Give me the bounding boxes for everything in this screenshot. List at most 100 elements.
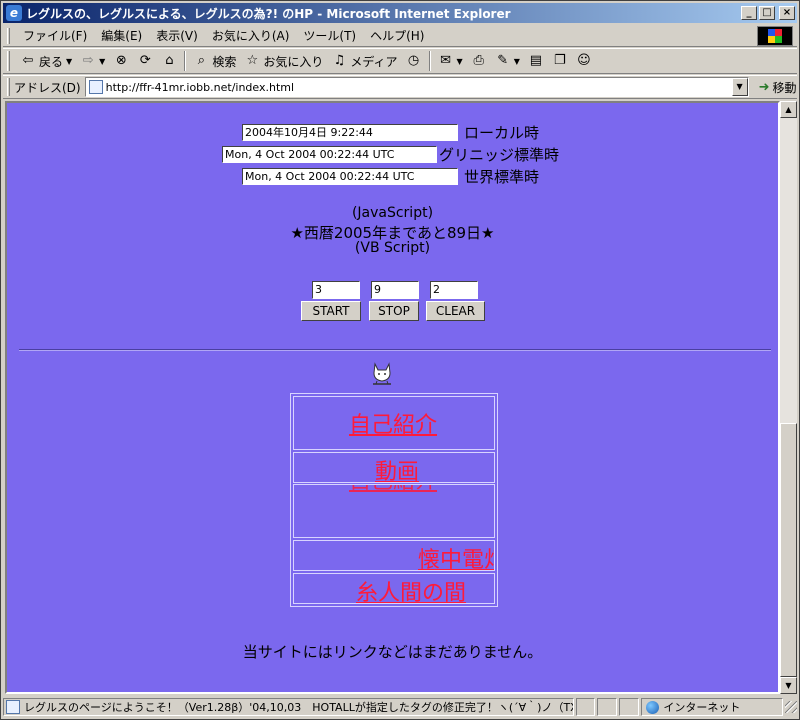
refresh-button[interactable]: ⟳ xyxy=(133,50,157,72)
mail-dropdown-icon[interactable]: ▼ xyxy=(457,57,463,66)
maximize-button[interactable]: □ xyxy=(759,6,775,20)
menu-help[interactable]: ヘルプ(H) xyxy=(363,27,431,44)
search-label: 検索 xyxy=(212,54,237,69)
status-message-panel: レグルスのページにようこそ！（Ver1.28β）'04,10,03 HOTALL… xyxy=(3,698,574,716)
research-button[interactable]: ❐ xyxy=(548,50,572,72)
menu-favorites[interactable]: お気に入り(A) xyxy=(205,27,297,44)
scroll-down-icon[interactable]: ▼ xyxy=(780,677,797,694)
go-arrow-icon: ➜ xyxy=(758,79,770,95)
scrolling-link-partial[interactable]: 自己紹介 xyxy=(349,485,437,495)
favorites-label: お気に入り xyxy=(263,54,324,69)
back-button[interactable]: ⇦ 戻る ▼ xyxy=(16,50,76,72)
resize-grip[interactable] xyxy=(785,701,797,713)
media-button[interactable]: ♫ メディア xyxy=(327,50,401,72)
messenger-icon: ☺ xyxy=(577,53,591,68)
minimize-button[interactable]: _ xyxy=(741,6,757,20)
window-controls: _ □ × xyxy=(741,6,795,20)
local-clock-row: 2004年10月4日 9:22:44 ローカル時 xyxy=(242,122,539,143)
history-button[interactable]: ◷ xyxy=(402,50,426,72)
scroll-up-icon[interactable]: ▲ xyxy=(780,101,797,118)
vertical-scrollbar[interactable]: ▲ ▼ xyxy=(780,101,797,694)
link-cell: 自己紹介 xyxy=(293,484,495,538)
horizontal-rule xyxy=(19,349,771,351)
window-title: レグルスの、レグルスによる、レグルスの為?! のHP - Microsoft I… xyxy=(26,6,511,21)
status-panel xyxy=(597,698,618,716)
gmt-clock-row: Mon, 4 Oct 2004 00:22:44 UTC グリニッジ標準時 xyxy=(222,144,559,165)
discuss-button[interactable]: ▤ xyxy=(524,50,548,72)
stop-button[interactable]: ⊗ xyxy=(109,50,133,72)
stopwatch-seconds-field[interactable]: 9 xyxy=(371,281,419,299)
address-url[interactable]: http://ffr-41mr.iobb.net/index.html xyxy=(106,81,294,94)
menubar-grip[interactable] xyxy=(7,27,10,44)
gmt-time-field[interactable]: Mon, 4 Oct 2004 00:22:44 UTC xyxy=(222,146,437,163)
address-input[interactable]: http://ffr-41mr.iobb.net/index.html ▼ xyxy=(84,77,749,97)
utc-clock-row: Mon, 4 Oct 2004 00:22:44 UTC 世界標準時 xyxy=(242,166,539,187)
link-cell: 動画 xyxy=(293,452,495,483)
stopwatch-tenths-field[interactable]: 2 xyxy=(430,281,478,299)
no-links-note: 当サイトにはリンクなどはまだありません。 xyxy=(242,643,543,661)
menu-tools[interactable]: ツール(T) xyxy=(296,27,363,44)
stop-button[interactable]: STOP xyxy=(369,301,419,321)
media-icon: ♫ xyxy=(333,53,346,68)
link-cell: 糸人間の間 xyxy=(293,573,495,604)
internet-explorer-icon: e xyxy=(6,5,22,21)
forward-button[interactable]: ⇨ ▼ xyxy=(76,50,109,72)
zone-label: インターネット xyxy=(663,701,741,714)
title-bar: e レグルスの、レグルスによる、レグルスの為?! のHP - Microsoft… xyxy=(3,3,797,23)
mail-button[interactable]: ✉ ▼ xyxy=(434,50,467,72)
menu-edit[interactable]: 編集(E) xyxy=(94,27,149,44)
self-intro-link[interactable]: 自己紹介 xyxy=(349,407,437,439)
link-cell: 自己紹介 xyxy=(293,396,495,450)
mail-icon: ✉ xyxy=(440,53,451,68)
local-time-field[interactable]: 2004年10月4日 9:22:44 xyxy=(242,124,458,141)
utc-time-label: 世界標準時 xyxy=(464,168,540,186)
addressbar-grip[interactable] xyxy=(7,78,10,96)
stopwatch-minutes-field[interactable]: 3 xyxy=(312,281,360,299)
javascript-note: (JavaScript) xyxy=(351,205,434,221)
page-content: 2004年10月4日 9:22:44 ローカル時 Mon, 4 Oct 2004… xyxy=(5,101,780,694)
menu-file[interactable]: ファイル(F) xyxy=(16,27,94,44)
link-marquee-box: 自己紹介 動画 自己紹介 懐中電灯 糸人間の間 xyxy=(290,393,498,607)
home-button[interactable]: ⌂ xyxy=(157,50,181,72)
utc-time-field[interactable]: Mon, 4 Oct 2004 00:22:44 UTC xyxy=(242,168,458,185)
video-link[interactable]: 動画 xyxy=(375,454,419,482)
refresh-icon: ⟳ xyxy=(139,53,151,68)
link-cell: 懐中電灯 xyxy=(293,540,495,571)
page-icon xyxy=(88,80,103,94)
print-icon: ⎙ xyxy=(473,53,484,68)
print-button[interactable]: ⎙ xyxy=(467,50,491,72)
windows-logo-icon xyxy=(757,26,793,46)
favorites-button[interactable]: ☆ お気に入り xyxy=(240,50,327,72)
address-dropdown-icon[interactable]: ▼ xyxy=(731,78,748,96)
flashlight-link[interactable]: 懐中電灯 xyxy=(418,542,494,570)
search-icon: ⌕ xyxy=(197,53,205,68)
edit-dropdown-icon[interactable]: ▼ xyxy=(514,57,520,66)
thread-room-link[interactable]: 糸人間の間 xyxy=(356,575,466,603)
status-bar: レグルスのページにようこそ！（Ver1.28β）'04,10,03 HOTALL… xyxy=(3,696,797,718)
back-dropdown-icon[interactable]: ▼ xyxy=(66,57,72,66)
edit-button[interactable]: ✎ ▼ xyxy=(491,50,524,72)
research-icon: ❐ xyxy=(554,53,566,68)
toolbar-separator xyxy=(428,51,431,71)
status-panel xyxy=(619,698,640,716)
browser-window: e レグルスの、レグルスによる、レグルスの為?! のHP - Microsoft… xyxy=(0,0,800,720)
search-button[interactable]: ⌕ 検索 xyxy=(189,50,240,72)
go-button[interactable]: ➜ 移動 xyxy=(759,79,797,96)
forward-dropdown-icon[interactable]: ▼ xyxy=(99,57,105,66)
status-message: レグルスのページにようこそ！（Ver1.28β）'04,10,03 HOTALL… xyxy=(24,701,574,714)
discuss-icon: ▤ xyxy=(529,53,542,68)
forward-arrow-icon: ⇨ xyxy=(82,53,94,68)
close-button[interactable]: × xyxy=(779,6,795,20)
back-label: 戻る xyxy=(39,54,64,69)
internet-zone-globe-icon xyxy=(646,700,660,714)
home-icon: ⌂ xyxy=(165,53,174,68)
media-label: メディア xyxy=(350,54,398,69)
clear-button[interactable]: CLEAR xyxy=(426,301,485,321)
page-status-icon xyxy=(6,700,20,714)
toolbar-grip[interactable] xyxy=(7,51,10,71)
start-button[interactable]: START xyxy=(301,301,361,321)
menu-view[interactable]: 表示(V) xyxy=(149,27,205,44)
address-bar: アドレス(D) http://ffr-41mr.iobb.net/index.h… xyxy=(3,75,797,99)
messenger-button[interactable]: ☺ xyxy=(572,50,596,72)
scroll-thumb[interactable] xyxy=(780,423,797,677)
